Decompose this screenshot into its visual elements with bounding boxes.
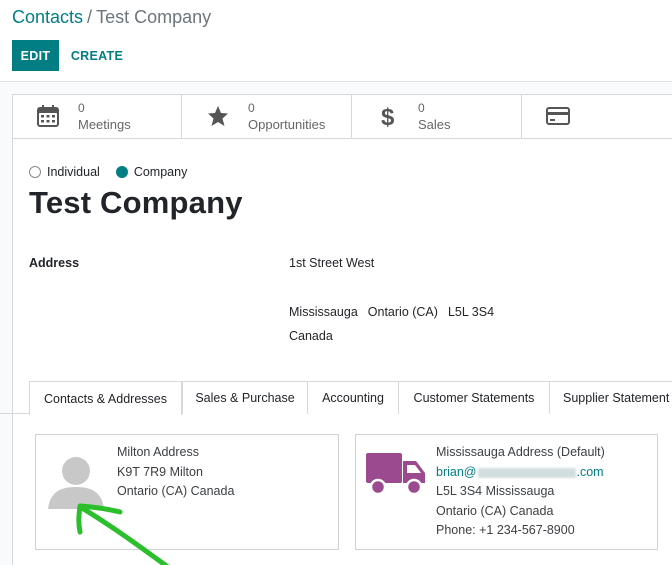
address-label: Address xyxy=(29,256,80,270)
contact-name: Milton Address xyxy=(117,445,199,459)
email-suffix: .com xyxy=(576,465,604,479)
truck-icon xyxy=(366,449,426,501)
contact-email-link[interactable]: brian@ .com xyxy=(436,465,604,479)
breadcrumb: Contacts / Test Company xyxy=(12,7,211,28)
opportunities-label: Opportunities xyxy=(248,117,326,132)
tab-supplier-statement[interactable]: Supplier Statement xyxy=(549,381,672,414)
address-zip: L5L 3S4 xyxy=(447,305,495,319)
contact-card-mississauga[interactable]: Mississauga Address (Default) brian@ .com… xyxy=(355,434,658,550)
breadcrumb-contacts-link[interactable]: Contacts xyxy=(12,7,83,27)
contact-phone: Phone: +1 234-567-8900 xyxy=(436,523,575,537)
tab-customer-statements[interactable]: Customer Statements xyxy=(398,381,550,414)
calendar-icon xyxy=(36,104,60,128)
address-state: Ontario (CA) xyxy=(367,305,438,319)
address-country: Canada xyxy=(289,329,333,343)
redacted-email-domain xyxy=(477,467,576,478)
meetings-label: Meetings xyxy=(78,117,131,132)
email-prefix: brian@ xyxy=(436,465,477,479)
edit-button[interactable]: EDIT xyxy=(12,40,59,71)
meetings-count: 0 xyxy=(78,101,85,115)
opportunities-button[interactable]: 0 Opportunities xyxy=(182,94,352,138)
contact-address-line: K9T 7R9 Milton xyxy=(117,465,203,479)
contact-address-line: L5L 3S4 Mississauga xyxy=(436,484,555,498)
create-button[interactable]: CREATE xyxy=(66,40,128,71)
smart-button-box: 0 Meetings 0 Opportunities $ 0 Sales xyxy=(12,94,672,139)
dollar-icon: $ xyxy=(376,104,400,131)
contact-name: Mississauga Address (Default) xyxy=(436,445,605,459)
meetings-button[interactable]: 0 Meetings xyxy=(12,94,182,138)
contact-region-line: Ontario (CA) Canada xyxy=(436,504,554,518)
company-type-selector: Individual Company xyxy=(29,165,203,179)
opportunities-count: 0 xyxy=(248,101,255,115)
address-city-line: Mississauga Ontario (CA) L5L 3S4 xyxy=(289,305,504,319)
notebook-tabs: Contacts & Addresses Sales & Purchase Ac… xyxy=(0,381,672,415)
tab-accounting[interactable]: Accounting xyxy=(307,381,399,414)
contact-region-line: Ontario (CA) Canada xyxy=(117,484,235,498)
breadcrumb-current: Test Company xyxy=(96,7,212,27)
payment-button[interactable] xyxy=(522,94,672,138)
company-radio[interactable] xyxy=(115,166,128,178)
individual-radio[interactable] xyxy=(29,166,41,178)
tab-contacts-addresses[interactable]: Contacts & Addresses xyxy=(29,381,182,415)
breadcrumb-separator: / xyxy=(87,7,93,27)
company-label[interactable]: Company xyxy=(134,165,188,179)
star-icon xyxy=(206,104,230,128)
svg-text:$: $ xyxy=(381,104,395,128)
address-city: Mississauga xyxy=(289,305,358,319)
individual-label[interactable]: Individual xyxy=(47,165,100,179)
partner-name: Test Company xyxy=(29,185,243,220)
address-street: 1st Street West xyxy=(289,256,375,270)
sales-count: 0 xyxy=(418,101,425,115)
sales-label: Sales xyxy=(418,117,451,132)
control-panel: Contacts / Test Company EDIT CREATE xyxy=(0,0,672,82)
sales-button[interactable]: $ 0 Sales xyxy=(352,94,522,138)
contact-card-milton[interactable]: Milton Address K9T 7R9 Milton Ontario (C… xyxy=(35,434,339,550)
credit-card-icon xyxy=(546,104,570,128)
tab-sales-purchase[interactable]: Sales & Purchase xyxy=(182,381,308,414)
person-placeholder-icon xyxy=(44,449,108,509)
